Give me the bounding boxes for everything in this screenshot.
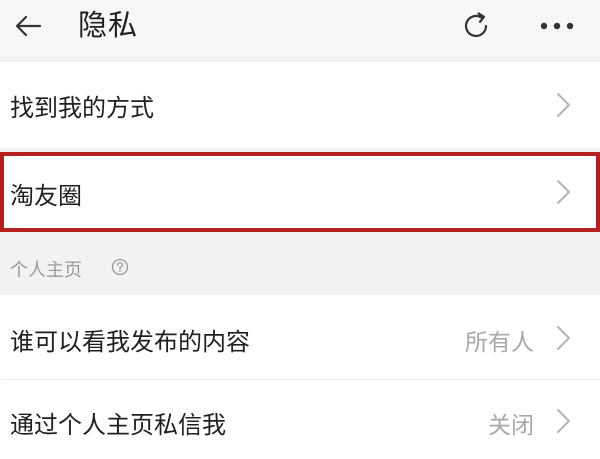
taoyouquan-label: 淘友圈 (10, 182, 82, 210)
profile-section-header: 个人主页 (0, 236, 600, 294)
more-horizontal-icon (540, 22, 574, 30)
page-title: 隐私 (78, 8, 139, 42)
chevron-right-icon (557, 180, 570, 204)
content-visibility-row[interactable]: 谁可以看我发布的内容 所有人 (0, 295, 600, 379)
find-me-label: 找到我的方式 (10, 94, 154, 122)
top-bar: 隐私 (0, 0, 600, 56)
chevron-right-icon (557, 93, 570, 117)
profile-message-value: 关闭 (488, 413, 534, 439)
content-visibility-label: 谁可以看我发布的内容 (10, 328, 250, 356)
arrow-left-icon (15, 15, 42, 37)
chevron-right-icon (557, 326, 570, 350)
profile-message-label: 通过个人主页私信我 (10, 411, 226, 439)
profile-message-row[interactable]: 通过个人主页私信我 关闭 (0, 380, 600, 459)
back-button[interactable] (6, 6, 50, 46)
more-button[interactable] (534, 8, 580, 44)
question-circle-icon[interactable] (111, 258, 129, 276)
refresh-button[interactable] (456, 6, 496, 46)
find-me-row[interactable]: 找到我的方式 (0, 62, 600, 148)
section-title: 个人主页 (10, 260, 82, 281)
refresh-icon (464, 12, 488, 38)
taoyouquan-row[interactable]: 淘友圈 (0, 152, 600, 232)
privacy-settings-screen: 隐私 找到我的方式 淘友圈 个人主页 谁可以看我发布的内容 所有人 通过个人主页… (0, 0, 600, 459)
content-visibility-value: 所有人 (465, 330, 534, 356)
chevron-right-icon (557, 409, 570, 433)
